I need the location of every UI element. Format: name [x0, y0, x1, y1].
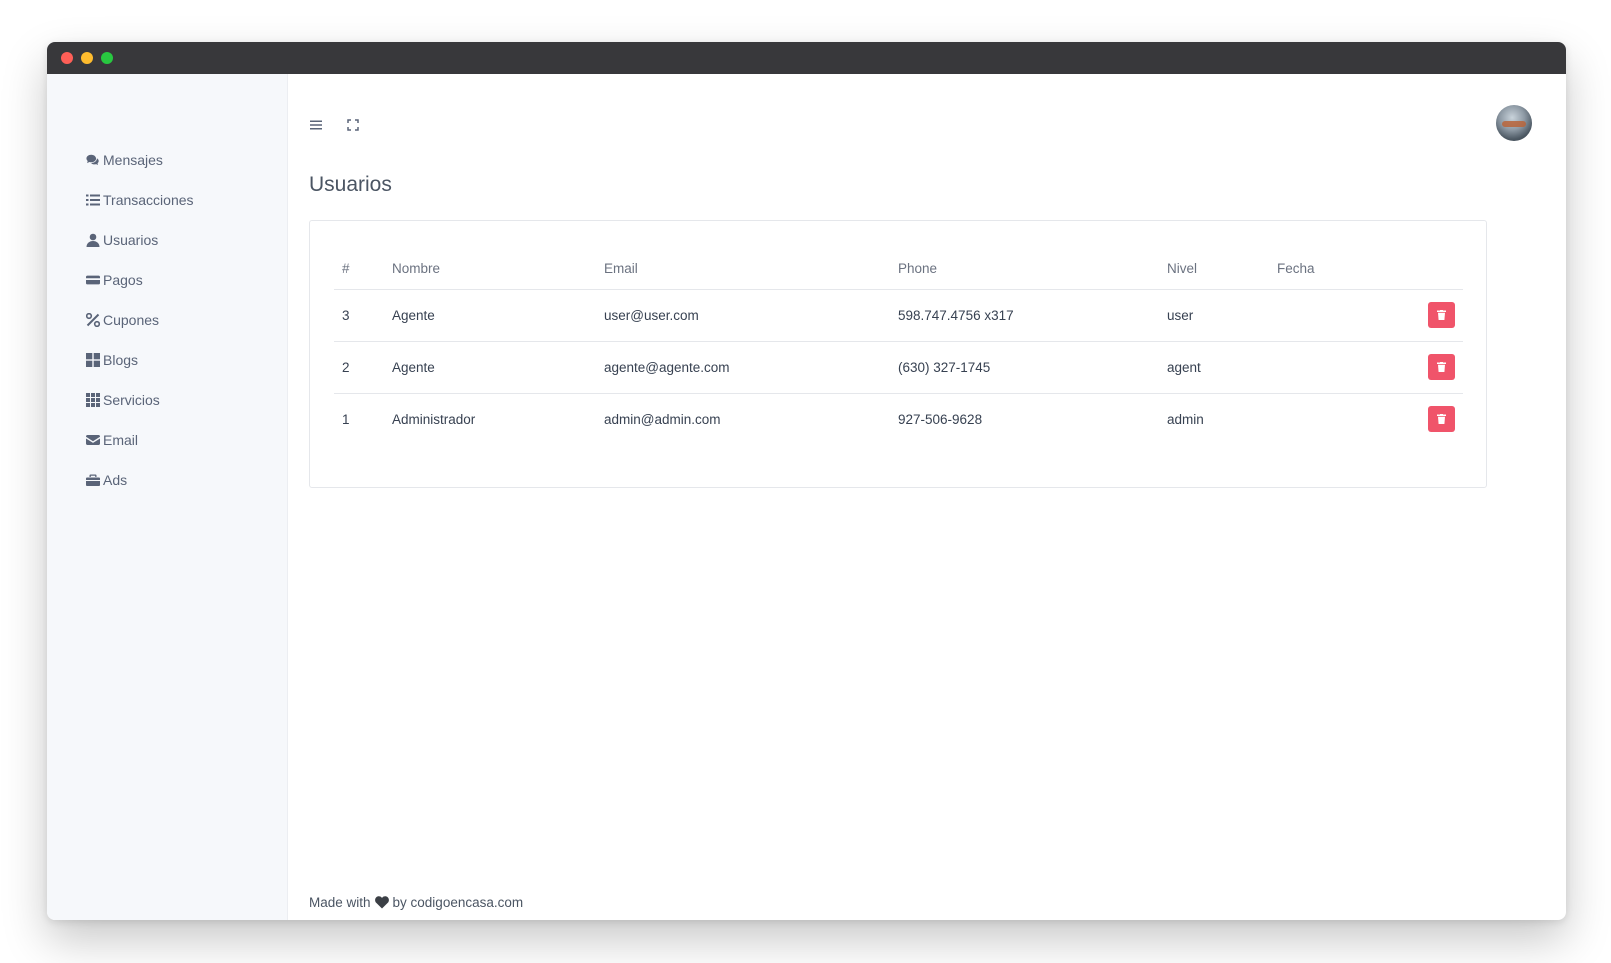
trash-icon	[1437, 310, 1446, 320]
column-header-actions	[1379, 249, 1463, 290]
grid-large-icon	[85, 353, 101, 367]
sidebar: Mensajes Transacciones Usuarios Pagos Cu…	[47, 74, 288, 920]
trash-icon	[1437, 414, 1446, 425]
table-row: 1 Administrador admin@admin.com 927-506-…	[334, 393, 1463, 445]
cell-actions	[1379, 341, 1463, 394]
sidebar-item-mensajes[interactable]: Mensajes	[85, 140, 194, 180]
sidebar-item-label: Cupones	[103, 312, 160, 328]
footer-suffix: by codigoencasa.com	[392, 895, 524, 910]
sidebar-item-servicios[interactable]: Servicios	[85, 380, 194, 420]
sidebar-item-label: Transacciones	[103, 192, 194, 208]
delete-button[interactable]	[1428, 302, 1455, 328]
column-header-level: Nivel	[1159, 249, 1269, 290]
users-table: # Nombre Email Phone Nivel Fecha 3 Agent…	[334, 249, 1463, 445]
main-content: Usuarios # Nombre Email Phone Nivel Fech…	[288, 74, 1566, 920]
cell-date	[1269, 341, 1379, 394]
comments-icon	[85, 153, 101, 167]
minimize-window-button[interactable]	[81, 52, 93, 64]
column-header-name: Nombre	[384, 249, 596, 290]
footer: Made with by codigoencasa.com	[309, 895, 523, 910]
users-card: # Nombre Email Phone Nivel Fecha 3 Agent…	[309, 220, 1487, 488]
cell-phone: (630) 327-1745	[890, 341, 1159, 394]
expand-icon[interactable]	[346, 118, 360, 132]
sidebar-item-label: Ads	[103, 472, 128, 488]
cell-date	[1269, 393, 1379, 445]
table-row: 2 Agente agente@agente.com (630) 327-174…	[334, 341, 1463, 394]
cell-id: 3	[334, 289, 384, 342]
sidebar-item-usuarios[interactable]: Usuarios	[85, 220, 194, 260]
admin-app: Mensajes Transacciones Usuarios Pagos Cu…	[47, 74, 1566, 920]
cell-name: Agente	[384, 341, 596, 394]
window-titlebar	[47, 42, 1566, 74]
column-header-date: Fecha	[1269, 249, 1379, 290]
list-icon	[85, 193, 101, 207]
sidebar-item-cupones[interactable]: Cupones	[85, 300, 194, 340]
cell-email: user@user.com	[596, 289, 890, 342]
cell-name: Administrador	[392, 411, 476, 427]
grid-small-icon	[85, 393, 101, 407]
sidebar-item-label: Mensajes	[103, 152, 163, 168]
sidebar-item-blogs[interactable]: Blogs	[85, 340, 194, 380]
column-header-email: Email	[596, 249, 890, 290]
sidebar-item-label: Servicios	[103, 392, 160, 408]
trash-icon	[1437, 362, 1446, 372]
cell-level: user	[1159, 289, 1269, 342]
cell-actions	[1379, 289, 1463, 342]
browser-window: Mensajes Transacciones Usuarios Pagos Cu…	[47, 42, 1566, 920]
credit-card-icon	[85, 273, 101, 287]
cell-email: admin@admin.com	[604, 411, 721, 427]
close-window-button[interactable]	[61, 52, 73, 64]
briefcase-icon	[85, 473, 101, 487]
footer-prefix: Made with	[309, 895, 371, 910]
cell-id: 1	[342, 411, 350, 427]
cell-level: admin	[1167, 411, 1204, 427]
sidebar-item-label: Email	[103, 432, 139, 448]
avatar[interactable]	[1496, 105, 1532, 141]
table-row: 3 Agente user@user.com 598.747.4756 x317…	[334, 289, 1463, 342]
table-header: # Nombre Email Phone Nivel Fecha	[334, 249, 1463, 290]
envelope-icon	[85, 433, 101, 447]
page-title: Usuarios	[309, 173, 392, 196]
sidebar-item-email[interactable]: Email	[85, 420, 194, 460]
delete-button[interactable]	[1428, 406, 1455, 433]
sidebar-item-label: Usuarios	[103, 232, 159, 248]
cell-phone: 598.747.4756 x317	[890, 289, 1159, 342]
cell-name: Agente	[384, 289, 596, 342]
user-icon	[85, 233, 101, 247]
cell-date	[1269, 289, 1379, 342]
maximize-window-button[interactable]	[101, 52, 113, 64]
column-header-id: #	[334, 249, 384, 290]
sidebar-item-label: Blogs	[103, 352, 139, 368]
cell-actions	[1379, 393, 1463, 445]
sidebar-item-ads[interactable]: Ads	[85, 460, 194, 500]
cell-phone: 927-506-9628	[898, 411, 983, 427]
heart-icon	[374, 896, 389, 909]
column-header-phone: Phone	[890, 249, 1159, 290]
hamburger-icon[interactable]	[309, 118, 323, 132]
sidebar-item-label: Pagos	[103, 272, 143, 288]
cell-email: agente@agente.com	[596, 341, 890, 394]
sidebar-item-pagos[interactable]: Pagos	[85, 260, 194, 300]
delete-button[interactable]	[1428, 354, 1455, 380]
sidebar-item-transacciones[interactable]: Transacciones	[85, 180, 194, 220]
cell-id: 2	[334, 341, 384, 394]
percent-icon	[85, 313, 101, 327]
sidebar-nav: Mensajes Transacciones Usuarios Pagos Cu…	[85, 140, 194, 500]
cell-level: agent	[1159, 341, 1269, 394]
